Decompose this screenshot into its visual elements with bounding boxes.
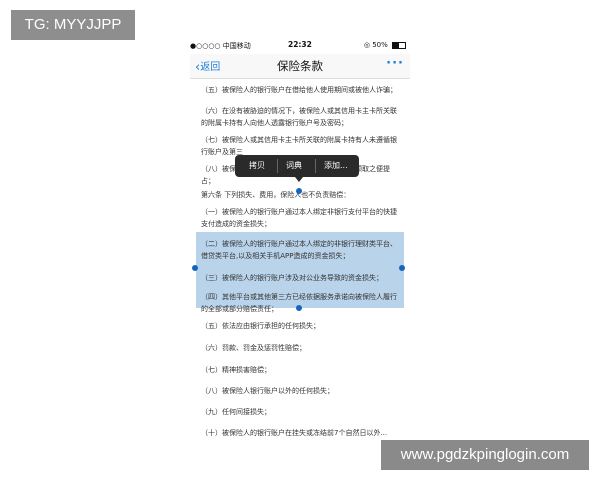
terms-paragraph: （五）依法应由银行承担的任何损失；: [201, 322, 320, 330]
menu-divider: [277, 159, 278, 173]
alarm-icon: ◎: [363, 41, 370, 49]
page-title: 保险条款: [277, 59, 323, 73]
status-time: 22:32: [288, 40, 312, 49]
terms-paragraph: （十）被保险人的银行账户在挂失或冻结前7个自然日以外...: [201, 429, 388, 437]
menu-divider: [315, 159, 316, 173]
terms-paragraph: （七）精神损害赔偿；: [201, 366, 271, 374]
terms-paragraph: （五）被保险人的银行账户在借给他人使用期间或被他人诈骗；: [201, 86, 397, 94]
selection-handle-right[interactable]: [399, 265, 405, 271]
status-bar: ●○○○○ 中国移动 22:32 ◎ 50%: [190, 38, 410, 54]
selected-paragraph[interactable]: （二）被保险人的银行账户通过本人绑定的非银行理财类平台、借贷类平台,以及相关手机…: [201, 238, 403, 262]
terms-paragraph: （三）被保险人的银行账户涉及对公业务导致的资金损失；: [201, 274, 383, 282]
watermark-url: www.pgdzkpinglogin.com: [381, 440, 589, 470]
menu-pointer: [295, 177, 303, 182]
selection-handle-left[interactable]: [192, 265, 198, 271]
carrier-signal: ●○○○○ 中国移动: [190, 42, 251, 50]
selected-paragraph[interactable]: 第六条 下列损失、费用，保险人也不负责赔偿：: [201, 189, 403, 201]
phone-screen: ●○○○○ 中国移动 22:32 ◎ 50% ‹返回 保险条款 ··· （五）被…: [190, 38, 410, 470]
nav-bar: ‹返回 保险条款 ···: [190, 54, 410, 79]
battery-icon: [392, 41, 406, 49]
selection-handle-bottom[interactable]: [296, 305, 302, 311]
tg-tag: TG: MYYJJPP: [11, 10, 135, 40]
terms-paragraph: （六）罚款、罚金及惩罚性赔偿；: [201, 344, 306, 352]
terms-paragraph: （四）其他平台或其他第三方已经依据服务承诺向被保险人履行的全部或部分赔偿责任；: [201, 293, 397, 313]
menu-item-dictionary[interactable]: 词典: [286, 160, 302, 171]
terms-paragraph: （八）被保险人银行账户以外的任何损失；: [201, 387, 334, 395]
text-context-menu: 拷贝 词典 添加...: [235, 155, 359, 177]
selection-handle-top[interactable]: [296, 188, 302, 194]
more-options-button[interactable]: ···: [386, 56, 404, 71]
battery-indicator: ◎ 50%: [364, 41, 406, 49]
terms-paragraph: （六）在没有被胁迫的情况下，被保险人或其信用卡主卡所关联的附属卡持有人向他人透露…: [201, 107, 397, 127]
battery-percent: 50%: [372, 41, 388, 49]
menu-item-copy[interactable]: 拷贝: [249, 160, 265, 171]
menu-item-add[interactable]: 添加...: [324, 160, 348, 171]
selected-paragraph[interactable]: （一）被保险人的银行账户通过本人绑定非银行支付平台的快捷支付造成的资金损失；: [201, 206, 403, 230]
terms-paragraph: （九）任何间接损失；: [201, 408, 271, 416]
